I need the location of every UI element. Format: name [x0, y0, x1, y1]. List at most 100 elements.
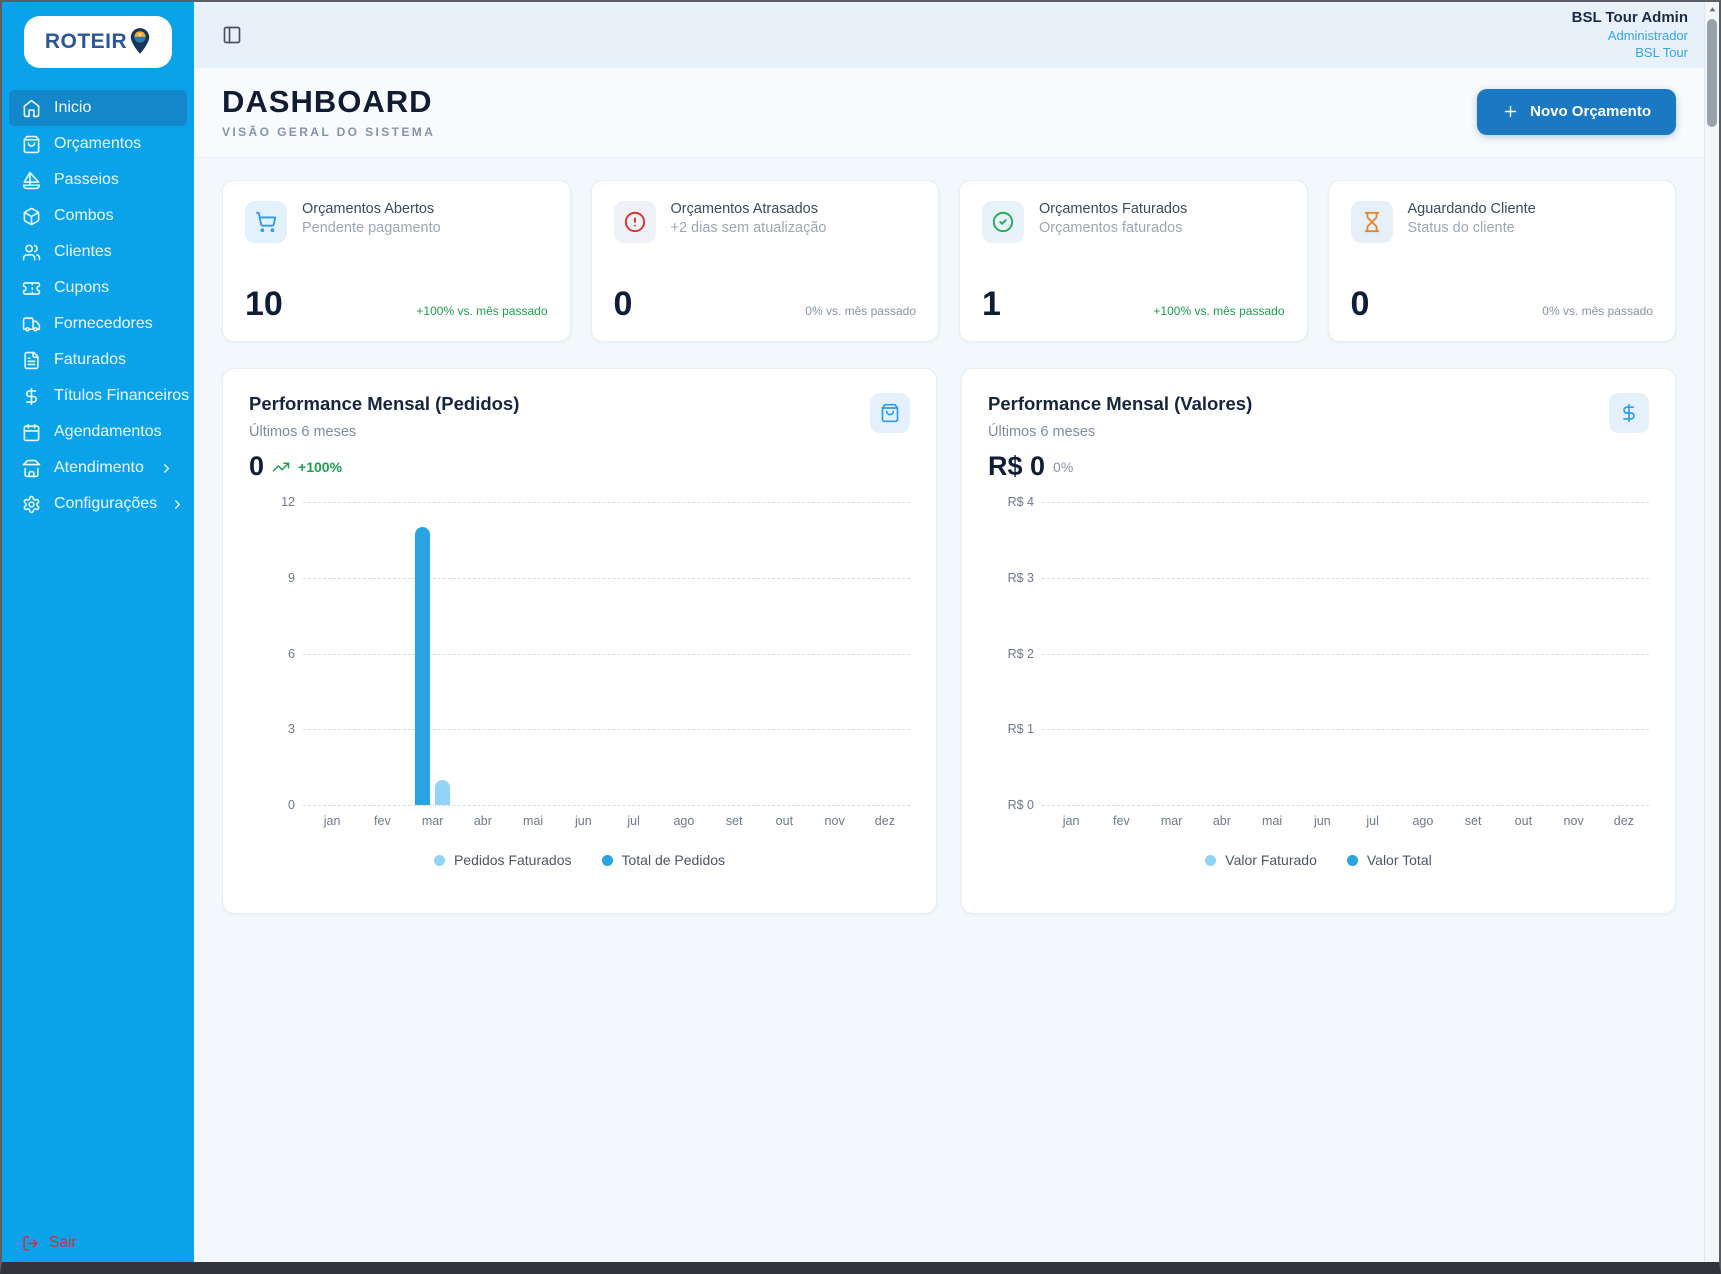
user-name: BSL Tour Admin	[1572, 8, 1688, 28]
sidebar-item-fornecedores[interactable]: Fornecedores	[9, 306, 187, 342]
stat-cards-row: Orçamentos Abertos Pendente pagamento 10…	[194, 158, 1704, 342]
hourglass-icon	[1361, 211, 1383, 233]
stat-card-titles: Orçamentos Abertos Pendente pagamento	[302, 201, 441, 236]
x-axis-label: jan	[307, 814, 357, 828]
app-window: ROTEIR InicioOrçamentosPasseiosCombos Cli…	[0, 0, 1721, 1274]
x-axis: janfevmarabrmaijunjulagosetoutnovdez	[307, 814, 910, 828]
sidebar-item-configuracoes[interactable]: Configurações	[9, 486, 187, 522]
panel-left-icon	[222, 25, 242, 45]
sidebar-item-label: Cupons	[54, 279, 109, 297]
stat-card-footer: 0 0% vs. mês passado	[614, 287, 917, 321]
bar-group-dez	[1599, 502, 1649, 805]
user-info[interactable]: BSL Tour Admin Administrador BSL Tour	[1572, 8, 1688, 61]
chart-card-header: Performance Mensal (Valores) Últimos 6 m…	[988, 393, 1649, 482]
sidebar-item-inicio[interactable]: Inicio	[9, 90, 187, 126]
stat-card-subtitle: +2 dias sem atualização	[671, 220, 827, 236]
sidebar-item-passeios[interactable]: Passeios	[9, 162, 187, 198]
stat-card-value: 10	[245, 287, 283, 321]
bars-layer	[307, 502, 910, 805]
menu-truck-icon	[22, 315, 41, 334]
bar-group-nov	[810, 502, 860, 805]
legend-label: Total de Pedidos	[622, 852, 726, 868]
sidebar-item-orcamentos[interactable]: Orçamentos	[9, 126, 187, 162]
stat-card-header: Aguardando Cliente Status do cliente	[1351, 201, 1654, 243]
bar-group-jan	[1046, 502, 1096, 805]
bar-group-set	[709, 502, 759, 805]
sidebar-item-clientes[interactable]: Clientes	[9, 234, 187, 270]
legend-dot	[434, 855, 445, 866]
legend-item-pedidos-faturados[interactable]: Pedidos Faturados	[434, 852, 572, 868]
stat-card-value: 0	[614, 287, 633, 321]
x-axis-label: mai	[508, 814, 558, 828]
scrollbar-thumb[interactable]	[1707, 19, 1717, 127]
stat-card-orcamentos-faturados: Orçamentos Faturados Orçamentos faturado…	[959, 180, 1308, 342]
menu-shopping-bag-icon	[22, 135, 41, 154]
y-axis-label: R$ 2	[1008, 647, 1034, 661]
stat-card-value: 0	[1351, 287, 1370, 321]
chevron-right-icon	[170, 497, 185, 512]
sidebar: ROTEIR InicioOrçamentosPasseiosCombos Cli…	[2, 2, 194, 1262]
check-circle-icon	[992, 211, 1014, 233]
legend-item-valor-faturado[interactable]: Valor Faturado	[1205, 852, 1317, 868]
bar-total-de-pedidos-mar[interactable]	[415, 527, 430, 805]
sidebar-item-agendamentos[interactable]: Agendamentos	[9, 414, 187, 450]
bar-group-fev	[1096, 502, 1146, 805]
sidebar-item-label: Configurações	[54, 495, 157, 513]
bar-pedidos-faturados-mar[interactable]	[435, 780, 450, 805]
hourglass-icon-badge	[1351, 201, 1393, 243]
sidebar-item-label: Atendimento	[54, 459, 144, 477]
new-budget-button[interactable]: Novo Orçamento	[1477, 89, 1676, 135]
stat-card-trend: 0% vs. mês passado	[1542, 304, 1653, 318]
bar-group-dez	[860, 502, 910, 805]
sidebar-item-label: Agendamentos	[54, 423, 162, 441]
scroll-up-button[interactable]	[1705, 2, 1719, 17]
charts-row: Performance Mensal (Pedidos) Últimos 6 m…	[194, 342, 1704, 914]
content: DASHBOARD VISÃO GERAL DO SISTEMA Novo Or…	[194, 68, 1704, 1262]
scrollbar[interactable]	[1704, 2, 1719, 1262]
stat-card-orcamentos-abertos: Orçamentos Abertos Pendente pagamento 10…	[222, 180, 571, 342]
chevron-right-icon	[159, 461, 174, 476]
x-axis-label: abr	[1197, 814, 1247, 828]
y-axis-label: 3	[288, 722, 295, 736]
sidebar-item-label: Faturados	[54, 351, 126, 369]
bars-layer	[1046, 502, 1649, 805]
logout-button[interactable]: Sair	[22, 1234, 77, 1252]
bar-group-ago	[1398, 502, 1448, 805]
legend-label: Valor Total	[1367, 852, 1432, 868]
user-role: Administrador	[1572, 28, 1688, 45]
stat-card-titles: Orçamentos Faturados Orçamentos faturado…	[1039, 201, 1187, 236]
sidebar-item-combos[interactable]: Combos	[9, 198, 187, 234]
menu-calendar-icon	[22, 423, 41, 442]
stat-card-footer: 10 +100% vs. mês passado	[245, 287, 548, 321]
bar-group-abr	[1197, 502, 1247, 805]
sidebar-item-cupons[interactable]: Cupons	[9, 270, 187, 306]
x-axis-label: mar	[1147, 814, 1197, 828]
legend-item-valor-total[interactable]: Valor Total	[1347, 852, 1432, 868]
dollar-sign-icon-badge	[1609, 393, 1649, 433]
stat-card-header: Orçamentos Atrasados +2 dias sem atualiz…	[614, 201, 917, 243]
x-axis-label: out	[1498, 814, 1548, 828]
bar-group-out	[1498, 502, 1548, 805]
legend-item-total-de-pedidos[interactable]: Total de Pedidos	[602, 852, 726, 868]
shopping-bag-icon-badge	[870, 393, 910, 433]
sidebar-item-label: Clientes	[54, 243, 112, 261]
bar-group-ago	[659, 502, 709, 805]
logo[interactable]: ROTEIR	[24, 16, 172, 68]
x-axis-label: fev	[357, 814, 407, 828]
sidebar-item-faturados[interactable]: Faturados	[9, 342, 187, 378]
x-axis-label: set	[709, 814, 759, 828]
chart-plot: 129630	[249, 502, 910, 805]
chevron-right-icon	[170, 497, 185, 512]
sidebar-item-atendimento[interactable]: Atendimento	[9, 450, 187, 486]
sidebar-toggle-button[interactable]	[218, 21, 246, 49]
x-axis-label: jul	[1348, 814, 1398, 828]
sidebar-item-titulos-financeiros[interactable]: Títulos Financeiros	[9, 378, 187, 414]
x-axis: janfevmarabrmaijunjulagosetoutnovdez	[1046, 814, 1649, 828]
gridline	[1042, 805, 1649, 806]
stat-card-title: Orçamentos Faturados	[1039, 201, 1187, 217]
page-header: DASHBOARD VISÃO GERAL DO SISTEMA Novo Or…	[194, 68, 1704, 158]
plot-area	[1046, 502, 1649, 805]
chevron-right-icon	[159, 461, 174, 476]
bar-group-mai	[1247, 502, 1297, 805]
logout-label: Sair	[49, 1234, 77, 1252]
